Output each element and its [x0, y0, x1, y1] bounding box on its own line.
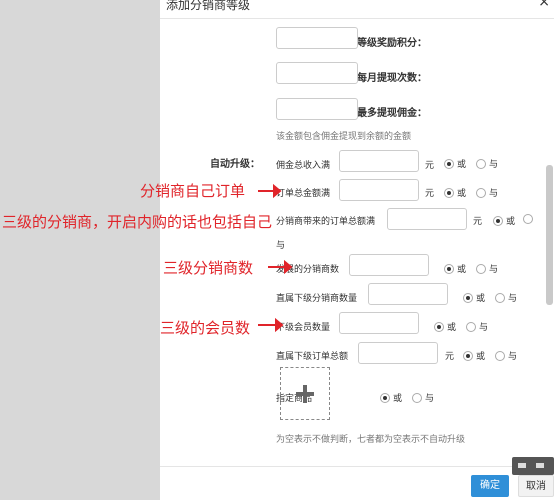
arrow-head-own-orders [273, 183, 282, 199]
arrow-head-three-level-distributors [284, 259, 293, 275]
annotation-arrows [258, 183, 293, 333]
arrow-head-three-level-members [275, 317, 284, 333]
